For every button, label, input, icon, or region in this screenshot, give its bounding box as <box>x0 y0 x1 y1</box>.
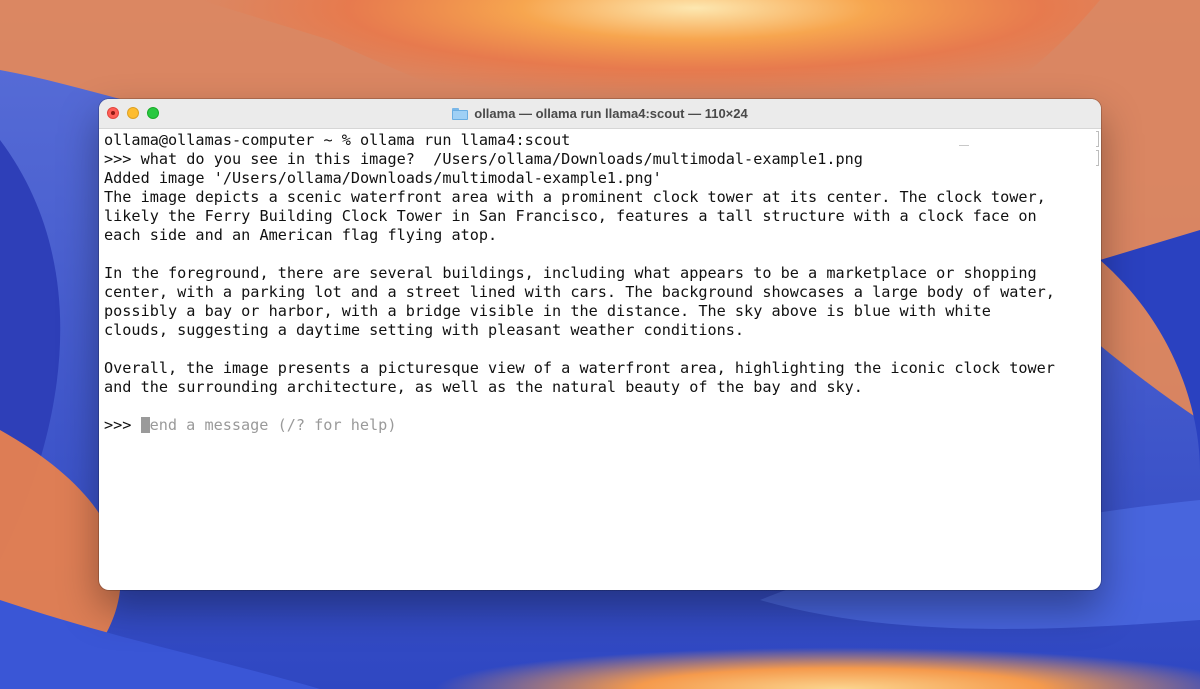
terminal-line: likely the Ferry Building Clock Tower in… <box>104 207 1037 225</box>
terminal-marker <box>959 145 969 146</box>
terminal-line: The image depicts a scenic waterfront ar… <box>104 188 1046 206</box>
terminal-line: >>> what do you see in this image? /User… <box>104 150 863 168</box>
terminal-window: ollama — ollama run llama4:scout — 110×2… <box>99 99 1101 590</box>
terminal-line: ollama@ollamas-computer ~ % ollama run l… <box>104 131 571 149</box>
terminal-line: Added image '/Users/ollama/Downloads/mul… <box>104 169 662 187</box>
message-input-placeholder[interactable]: end a message (/? for help) <box>150 416 397 434</box>
window-title: ollama — ollama run llama4:scout — 110×2… <box>474 106 748 121</box>
text-cursor <box>140 417 150 433</box>
scrollback-mark <box>1096 150 1099 166</box>
folder-icon <box>452 107 469 120</box>
window-title-area: ollama — ollama run llama4:scout — 110×2… <box>99 99 1101 128</box>
terminal-output[interactable]: ollama@ollamas-computer ~ % ollama run l… <box>99 129 1101 435</box>
terminal-line: center, with a parking lot and a street … <box>104 283 1055 301</box>
title-bar[interactable]: ollama — ollama run llama4:scout — 110×2… <box>99 99 1101 129</box>
terminal-line: and the surrounding architecture, as wel… <box>104 378 863 396</box>
terminal-line: Overall, the image presents a picturesqu… <box>104 359 1055 377</box>
scrollback-mark <box>1096 131 1099 147</box>
prompt-symbol: >>> <box>104 416 141 434</box>
terminal-line: possibly a bay or harbor, with a bridge … <box>104 302 991 320</box>
input-line[interactable]: >>> end a message (/? for help) <box>104 416 1101 435</box>
terminal-line: In the foreground, there are several bui… <box>104 264 1037 282</box>
terminal-line: each side and an American flag flying at… <box>104 226 498 244</box>
terminal-line: clouds, suggesting a daytime setting wit… <box>104 321 745 339</box>
